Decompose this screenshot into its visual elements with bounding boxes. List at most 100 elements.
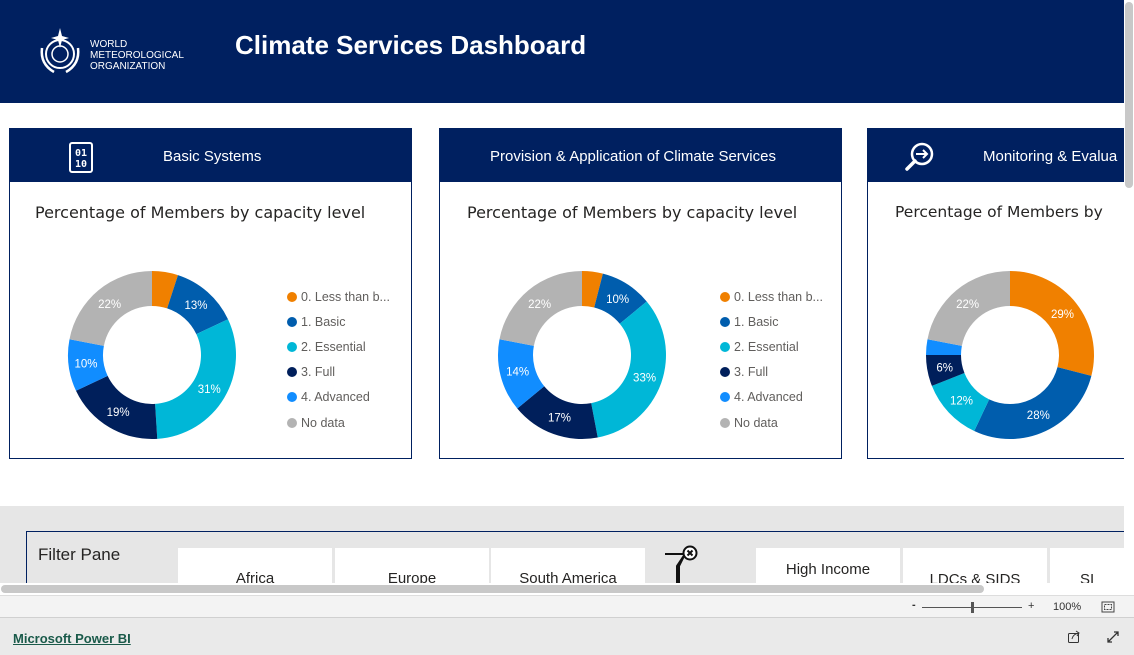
legend-marker: [720, 392, 730, 403]
data-label: 19%: [107, 407, 130, 419]
slicer-label: Europe: [387, 570, 437, 587]
legend-label: 2. Essential: [734, 339, 799, 354]
binary-icon: 0110: [69, 142, 93, 173]
slicer-high-income[interactable]: High Income: [756, 548, 900, 584]
donut-slice[interactable]: [1010, 271, 1094, 376]
slicer-sids[interactable]: SI: [1050, 548, 1125, 588]
logo-text-line: ORGANIZATION: [90, 61, 166, 72]
zoom-slider-thumb[interactable]: [970, 602, 974, 613]
legend-label: 4. Advanced: [301, 390, 370, 405]
data-label: 12%: [950, 396, 973, 408]
data-label: 13%: [184, 300, 207, 312]
legend-marker: [287, 341, 297, 352]
donut-slice[interactable]: [974, 367, 1092, 439]
zoom-in-button[interactable]: +: [1028, 600, 1034, 612]
legend-marker: [720, 341, 730, 352]
horizontal-scrollbar[interactable]: [0, 583, 1124, 595]
legend-label: 3. Full: [734, 365, 769, 380]
legend-item[interactable]: No data: [287, 410, 390, 435]
vertical-scrollbar-thumb[interactable]: [1125, 2, 1133, 188]
slicer-europe[interactable]: Europe: [335, 548, 489, 587]
data-label: 22%: [98, 299, 121, 311]
data-label: 31%: [198, 384, 221, 396]
power-bi-link[interactable]: Microsoft Power BI: [13, 631, 131, 646]
chart-title: Percentage of Members by capacity level: [467, 203, 798, 222]
share-icon[interactable]: [1067, 630, 1081, 644]
logo-text-line: METEOROLOGICAL: [90, 50, 184, 61]
zoom-out-button[interactable]: -: [912, 599, 916, 611]
legend-marker: [720, 316, 730, 327]
legend-item[interactable]: No data: [720, 410, 823, 435]
slicer-africa[interactable]: Africa: [178, 548, 332, 587]
filter-pane: Filter Pane Africa Europe South America …: [26, 531, 1125, 588]
data-label: 29%: [1051, 309, 1074, 321]
legend-item[interactable]: 2. Essential: [287, 334, 390, 359]
legend-label: 0. Less than b...: [301, 289, 390, 304]
data-label: 22%: [528, 299, 551, 311]
legend-item[interactable]: 1. Basic: [287, 309, 390, 334]
slicer-label: South America: [519, 570, 617, 587]
legend-item[interactable]: 4. Advanced: [287, 385, 390, 410]
panel-provision-application: Provision & Application of Climate Servi…: [439, 128, 842, 459]
footer: Microsoft Power BI: [0, 618, 1134, 655]
data-label: 10%: [606, 294, 629, 306]
panel-monitoring-evaluation: Monitoring & Evalua Percentage of Member…: [867, 128, 1124, 459]
legend-marker: [287, 291, 297, 302]
legend-marker: [720, 417, 730, 428]
donut-chart[interactable]: 10% 33% 17% 14% 22%: [490, 267, 675, 442]
legend-item[interactable]: 2. Essential: [720, 334, 823, 359]
zoom-bar: - + 100%: [0, 595, 1134, 618]
chart-title: Percentage of Members by: [895, 203, 1103, 221]
donut-slice[interactable]: [155, 319, 236, 439]
data-label: 33%: [633, 373, 656, 385]
legend-marker: [720, 291, 730, 302]
legend-item[interactable]: 0. Less than b...: [720, 284, 823, 309]
legend-label: 1. Basic: [734, 314, 779, 329]
legend-item[interactable]: 3. Full: [287, 360, 390, 385]
filter-pane-title: Filter Pane: [38, 545, 121, 564]
data-label: 22%: [956, 299, 979, 311]
slicer-south-america[interactable]: South America: [491, 548, 645, 587]
donut-chart[interactable]: 13% 31% 19% 10% 22%: [60, 267, 245, 442]
svg-text:10: 10: [75, 159, 87, 170]
slicer-label: High Income: [785, 561, 871, 578]
legend-label: 1. Basic: [301, 314, 346, 329]
legend-item[interactable]: 4. Advanced: [720, 385, 823, 410]
legend-label: No data: [301, 415, 345, 430]
legend-label: 3. Full: [301, 365, 336, 380]
legend-item[interactable]: 0. Less than b...: [287, 284, 390, 309]
chart-legend: 0. Less than b... 1. Basic 2. Essential 3. …: [287, 284, 390, 435]
chart-title: Percentage of Members by capacity level: [35, 203, 366, 222]
donut-slice[interactable]: [591, 301, 666, 438]
zoom-level: 100%: [1053, 601, 1082, 613]
page-title: Climate Services Dashboard: [235, 30, 587, 60]
panel-header: Monitoring & Evalua: [868, 129, 1124, 182]
legend-label: No data: [734, 415, 778, 430]
fullscreen-icon[interactable]: [1106, 630, 1120, 644]
legend-item[interactable]: 3. Full: [720, 360, 823, 385]
zoom-slider[interactable]: [922, 602, 1022, 613]
chart-legend: 0. Less than b... 1. Basic 2. Essential 3. …: [720, 284, 823, 435]
legend-label: 2. Essential: [301, 339, 366, 354]
data-label: 17%: [548, 413, 571, 425]
donut-chart[interactable]: 29% 28% 12% 6% 22%: [918, 267, 1103, 442]
data-label: 6%: [936, 362, 953, 374]
legend-marker: [287, 392, 297, 403]
legend-marker: [287, 417, 297, 428]
svg-text:01: 01: [75, 148, 87, 159]
slicer-label: SI: [1080, 571, 1095, 588]
horizontal-scrollbar-thumb[interactable]: [1, 585, 984, 593]
legend-marker: [720, 367, 730, 378]
clear-filter-icon[interactable]: [663, 544, 703, 584]
legend-label: 4. Advanced: [734, 390, 803, 405]
panel-title: Monitoring & Evalua: [983, 148, 1118, 165]
slicer-ldcs-sids[interactable]: LDCs & SIDS: [903, 548, 1047, 588]
panel-basic-systems: 01 10 Basic Systems Percentage of Members…: [9, 128, 412, 459]
search-arrow-icon: [905, 142, 934, 171]
fit-to-page-icon[interactable]: [1101, 601, 1115, 613]
wmo-logo: WORLD METEOROLOGICAL ORGANIZATION: [36, 26, 196, 78]
panel-title: Provision & Application of Climate Servi…: [490, 148, 776, 165]
vertical-scrollbar[interactable]: [1124, 0, 1134, 595]
legend-item[interactable]: 1. Basic: [720, 309, 823, 334]
panel-title: Basic Systems: [163, 148, 262, 165]
